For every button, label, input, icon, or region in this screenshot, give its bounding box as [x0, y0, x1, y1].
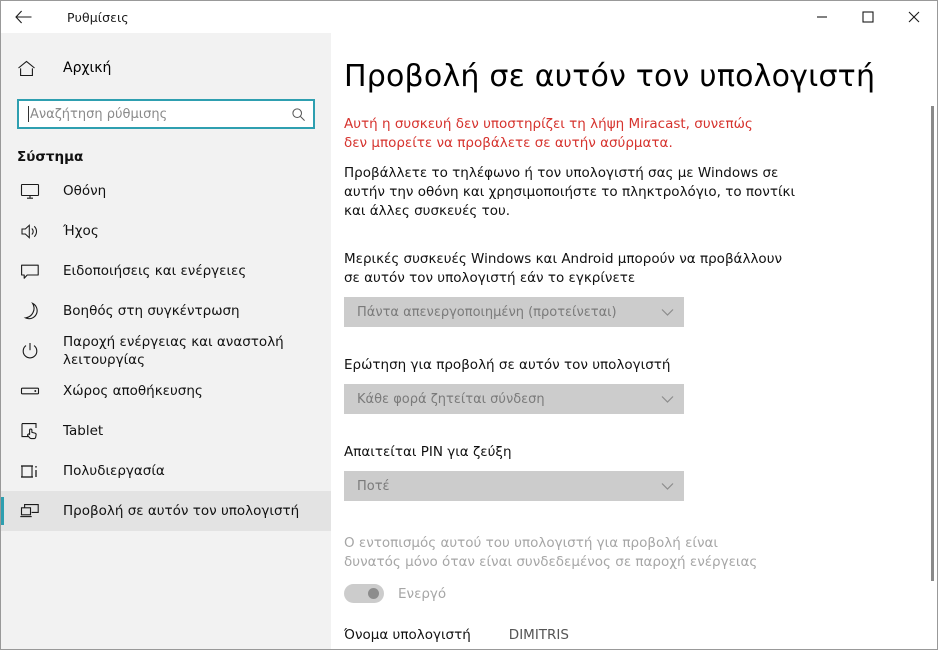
drive-icon: [17, 385, 43, 397]
sidebar-item-label: Χώρος αποθήκευσης: [63, 383, 203, 399]
project-screen-icon: [17, 503, 43, 519]
multitasking-icon: [17, 463, 43, 480]
settings-window: Ρυθμίσεις Αρχική Αναζήτηση ρύθμισης Σύστ…: [0, 0, 938, 650]
pc-name-row: Όνομα υπολογιστή DIMITRIS: [344, 627, 937, 643]
search-box[interactable]: [17, 99, 315, 129]
minimize-icon: [817, 16, 827, 18]
chevron-down-icon: [661, 482, 674, 491]
close-button[interactable]: [891, 1, 937, 33]
projection-description: Προβάλλετε το τηλέφωνο ή τον υπολογιστή …: [344, 165, 796, 219]
home-icon: [17, 60, 43, 77]
caption-buttons: [799, 1, 937, 33]
back-arrow-icon: [14, 10, 31, 24]
maximize-icon: [862, 11, 874, 23]
close-icon: [908, 11, 920, 23]
page-title: Προβολή σε αυτόν τον υπολογιστή: [344, 59, 876, 94]
pc-name-value: DIMITRIS: [508, 627, 569, 643]
monitor-icon: [17, 183, 43, 200]
search-input[interactable]: [19, 102, 283, 126]
title-bar: Ρυθμίσεις: [1, 1, 937, 33]
discovery-toggle[interactable]: [344, 584, 384, 603]
sidebar-item-power-sleep[interactable]: Παροχή ενέργειας και αναστολή λειτουργία…: [1, 331, 331, 371]
toggle-knob: [368, 588, 379, 599]
text-caret: [28, 106, 29, 122]
sidebar-item-label: Ήχος: [63, 223, 99, 239]
sidebar-item-tablet[interactable]: Tablet: [1, 411, 331, 451]
minimize-button[interactable]: [799, 1, 845, 33]
discovery-toggle-label: Ενεργό: [398, 585, 447, 602]
sidebar-item-label: Παροχή ενέργειας και αναστολή λειτουργία…: [63, 334, 284, 368]
sidebar-item-label: Προβολή σε αυτόν τον υπολογιστή: [63, 503, 300, 519]
sidebar-item-focus-assist[interactable]: Βοηθός στη συγκέντρωση: [1, 291, 331, 331]
pin-pairing-dropdown[interactable]: Ποτέ: [344, 471, 684, 501]
ask-to-project-value: Κάθε φορά ζητείται σύνδεση: [357, 391, 545, 407]
pin-pairing-label: Απαιτείται PIN για ζεύξη: [344, 444, 512, 460]
miracast-warning-text: Αυτή η συσκευή δεν υποστηρίζει τη λήψη M…: [344, 116, 753, 151]
sidebar-item-notifications[interactable]: Ειδοποιήσεις και ενέργειες: [1, 251, 331, 291]
speaker-icon: [17, 223, 43, 240]
projection-permission-value: Πάντα απενεργοποιημένη (προτείνεται): [357, 304, 617, 320]
content-scrollbar[interactable]: [930, 34, 936, 649]
sidebar-item-multitasking[interactable]: Πολυδιεργασία: [1, 451, 331, 491]
sidebar-item-sound[interactable]: Ήχος: [1, 211, 331, 251]
maximize-button[interactable]: [845, 1, 891, 33]
back-button[interactable]: [1, 1, 45, 33]
main-content: Προβολή σε αυτόν τον υπολογιστή Αυτή η σ…: [332, 33, 937, 649]
chat-bubble-icon: [17, 263, 43, 280]
sidebar-item-display[interactable]: Οθόνη: [1, 171, 331, 211]
search-icon[interactable]: [283, 107, 313, 122]
chevron-down-icon: [661, 308, 674, 317]
sidebar-item-storage[interactable]: Χώρος αποθήκευσης: [1, 371, 331, 411]
discovery-power-note: Ο εντοπισμός αυτού του υπολογιστή για πρ…: [344, 535, 758, 570]
sidebar-nav-list: Οθόνη Ήχος Ειδοποιήσεις και ενέργειες Βο…: [1, 171, 331, 531]
pin-pairing-value: Ποτέ: [357, 478, 390, 494]
projection-permission-dropdown[interactable]: Πάντα απενεργοποιημένη (προτείνεται): [344, 297, 684, 327]
discovery-toggle-row: Ενεργό: [344, 584, 937, 603]
sidebar-item-label: Tablet: [63, 423, 104, 439]
scrollbar-thumb[interactable]: [931, 106, 934, 581]
sidebar-item-projecting-to-this-pc[interactable]: Προβολή σε αυτόν τον υπολογιστή: [1, 491, 331, 531]
sidebar: Αρχική Σύστημα: [1, 33, 331, 649]
power-icon: [17, 342, 43, 360]
ask-to-project-dropdown[interactable]: Κάθε φορά ζητείται σύνδεση: [344, 384, 684, 414]
projection-permission-label: Μερικές συσκευές Windows και Android μπο…: [344, 251, 783, 286]
app-title: Ρυθμίσεις: [67, 9, 129, 25]
chevron-down-icon: [661, 395, 674, 404]
pc-name-label: Όνομα υπολογιστή: [344, 627, 471, 643]
sidebar-item-label: Βοηθός στη συγκέντρωση: [63, 303, 240, 319]
ask-to-project-label: Ερώτηση για προβολή σε αυτόν τον υπολογι…: [344, 357, 671, 373]
sidebar-section-title: Σύστημα: [17, 149, 84, 165]
sidebar-item-label: Πολυδιεργασία: [63, 463, 165, 479]
sidebar-item-home[interactable]: Αρχική: [1, 49, 331, 87]
tablet-hand-icon: [17, 422, 43, 440]
sidebar-item-label: Ειδοποιήσεις και ενέργειες: [63, 263, 247, 279]
moon-icon: [17, 302, 43, 320]
sidebar-item-label: Οθόνη: [63, 183, 107, 199]
home-label: Αρχική: [63, 60, 112, 76]
